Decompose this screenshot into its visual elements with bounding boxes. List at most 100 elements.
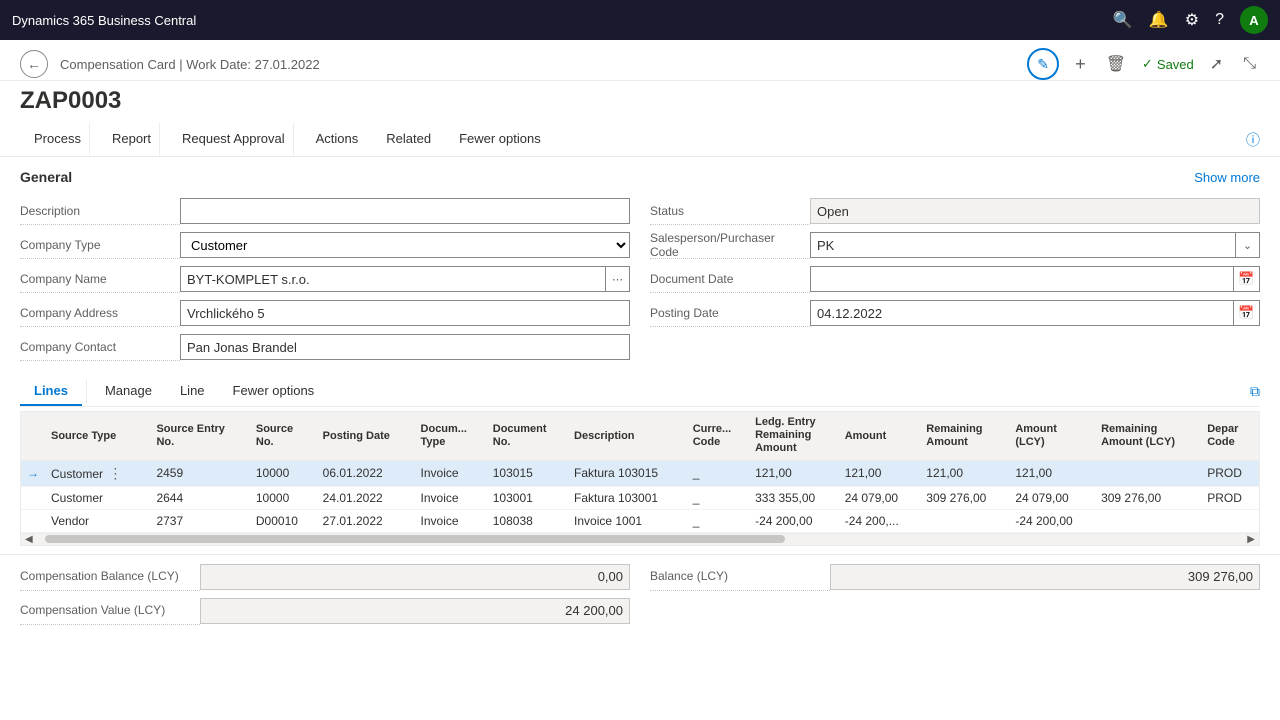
company-name-input[interactable] [180, 266, 606, 292]
cell-description: Faktura 103001 [568, 486, 687, 509]
compensation-balance-label: Compensation Balance (LCY) [20, 563, 200, 591]
cell-document-no: 103001 [487, 486, 568, 509]
balance-value: 309 276,00 [830, 564, 1260, 590]
cell-ledg-remaining: 333 355,00 [749, 486, 839, 509]
col-posting-date: Posting Date [317, 412, 415, 460]
cell-source-entry-no: 2737 [150, 509, 249, 532]
table-row[interactable]: →Customer ⋮24591000006.01.2022Invoice103… [21, 460, 1259, 486]
posting-date-input[interactable] [810, 300, 1234, 326]
cell-posting-date: 06.01.2022 [317, 460, 415, 486]
add-button[interactable]: + [1071, 50, 1090, 79]
cell-amount-lcy: 24 079,00 [1009, 486, 1095, 509]
record-title: ZAP0003 [0, 81, 1280, 115]
nav-info-icon[interactable]: ⓘ [1246, 130, 1260, 150]
cell-source-type: Customer ⋮ [45, 460, 150, 486]
cell-remaining-amount [920, 509, 1009, 532]
cell-currency-code: _ [687, 460, 749, 486]
back-button[interactable]: ← [20, 50, 48, 78]
cell-posting-date: 27.01.2022 [317, 509, 415, 532]
cell-document-no: 108038 [487, 509, 568, 532]
row-arrow [21, 486, 45, 509]
document-date-label: Document Date [650, 265, 810, 293]
salesperson-input[interactable] [810, 232, 1236, 258]
user-avatar[interactable]: A [1240, 6, 1268, 34]
table-row[interactable]: Vendor2737D0001027.01.2022Invoice108038I… [21, 509, 1259, 532]
tab-related[interactable]: Related [372, 123, 445, 156]
cell-amount: 24 079,00 [839, 486, 921, 509]
lines-tab-line[interactable]: Line [166, 377, 219, 406]
bell-icon[interactable]: 🔔 [1149, 10, 1169, 30]
cell-depar-code [1201, 509, 1259, 532]
company-name-browse-btn[interactable]: ⋯ [606, 266, 630, 292]
lines-section: Lines Manage Line Fewer options ⧉ Source… [0, 369, 1280, 554]
col-arrow [21, 412, 45, 460]
col-source-type: Source Type [45, 412, 150, 460]
cell-remaining-amount: 309 276,00 [920, 486, 1009, 509]
scroll-right-arrow[interactable]: ▶ [1245, 534, 1257, 545]
lines-table: Source Type Source EntryNo. SourceNo. Po… [21, 412, 1259, 533]
scroll-thumb[interactable] [45, 535, 785, 543]
company-contact-input[interactable] [180, 334, 630, 360]
cell-currency-code: _ [687, 486, 749, 509]
lines-table-scroll[interactable]: Source Type Source EntryNo. SourceNo. Po… [20, 411, 1260, 546]
empty-row [650, 333, 1260, 361]
document-date-calendar-btn[interactable]: 📅 [1234, 266, 1260, 292]
settings-icon[interactable]: ⚙ [1185, 10, 1199, 30]
saved-indicator: ✓ Saved [1142, 56, 1194, 72]
status-input [810, 198, 1260, 224]
description-input[interactable] [180, 198, 630, 224]
lines-tab-lines[interactable]: Lines [20, 377, 82, 406]
expand-button[interactable]: ⤡ [1239, 51, 1260, 77]
posting-date-calendar-btn[interactable]: 📅 [1234, 300, 1260, 326]
cell-amount: 121,00 [839, 460, 921, 486]
table-row[interactable]: Customer26441000024.01.2022Invoice103001… [21, 486, 1259, 509]
horizontal-scrollbar[interactable]: ◀ ▶ [21, 533, 1259, 545]
company-contact-field-row: Company Contact [20, 333, 630, 361]
open-in-new-button[interactable]: ➚ [1206, 50, 1227, 78]
company-address-label: Company Address [20, 299, 180, 327]
cell-source-entry-no: 2644 [150, 486, 249, 509]
row-context-menu-btn[interactable]: ⋮ [106, 465, 124, 482]
col-remaining-amount-lcy: RemainingAmount (LCY) [1095, 412, 1201, 460]
search-icon[interactable]: 🔍 [1113, 10, 1133, 30]
cell-remaining-amount-lcy [1095, 460, 1201, 486]
tab-request-approval[interactable]: Request Approval [168, 123, 294, 156]
tab-fewer-options[interactable]: Fewer options [445, 123, 555, 156]
salesperson-dropdown-btn[interactable]: ⌄ [1236, 232, 1260, 258]
document-date-field-row: Document Date 📅 [650, 265, 1260, 293]
cell-remaining-amount-lcy: 309 276,00 [1095, 486, 1201, 509]
tab-process[interactable]: Process [20, 123, 90, 156]
cell-document-no: 103015 [487, 460, 568, 486]
cell-source-no: 10000 [250, 486, 317, 509]
col-document-no: DocumentNo. [487, 412, 568, 460]
lines-tab-fewer[interactable]: Fewer options [219, 377, 329, 406]
tab-actions[interactable]: Actions [302, 123, 373, 156]
show-more-button[interactable]: Show more [1194, 170, 1260, 185]
help-icon[interactable]: ? [1215, 11, 1224, 29]
cell-description: Faktura 103015 [568, 460, 687, 486]
cell-document-type: Invoice [415, 486, 487, 509]
delete-button[interactable]: 🗑 [1102, 50, 1130, 78]
lines-tab-manage[interactable]: Manage [91, 377, 166, 406]
page-container: ← Compensation Card | Work Date: 27.01.2… [0, 40, 1280, 720]
footer-totals: Compensation Balance (LCY) 0,00 Balance … [0, 554, 1280, 633]
checkmark-icon: ✓ [1142, 56, 1153, 72]
description-label: Description [20, 197, 180, 225]
general-section: General Show more Description Status Com… [0, 157, 1280, 369]
section-title-general: General [20, 169, 72, 185]
status-label: Status [650, 197, 810, 225]
salesperson-label: Salesperson/Purchaser Code [650, 231, 810, 259]
company-type-select[interactable]: Customer Vendor [180, 232, 630, 258]
company-name-field-row: Company Name ⋯ [20, 265, 630, 293]
cell-document-type: Invoice [415, 460, 487, 486]
scroll-left-arrow[interactable]: ◀ [23, 534, 35, 545]
compensation-balance-value: 0,00 [200, 564, 630, 590]
company-address-input[interactable] [180, 300, 630, 326]
nav-tabs: Process Report Request Approval Actions … [0, 115, 1280, 157]
cell-ledg-remaining: -24 200,00 [749, 509, 839, 532]
tab-report[interactable]: Report [98, 123, 160, 156]
cell-amount-lcy: 121,00 [1009, 460, 1095, 486]
edit-button[interactable]: ✎ [1027, 48, 1059, 80]
lines-expand-btn[interactable]: ⧉ [1250, 383, 1260, 400]
document-date-input[interactable] [810, 266, 1234, 292]
